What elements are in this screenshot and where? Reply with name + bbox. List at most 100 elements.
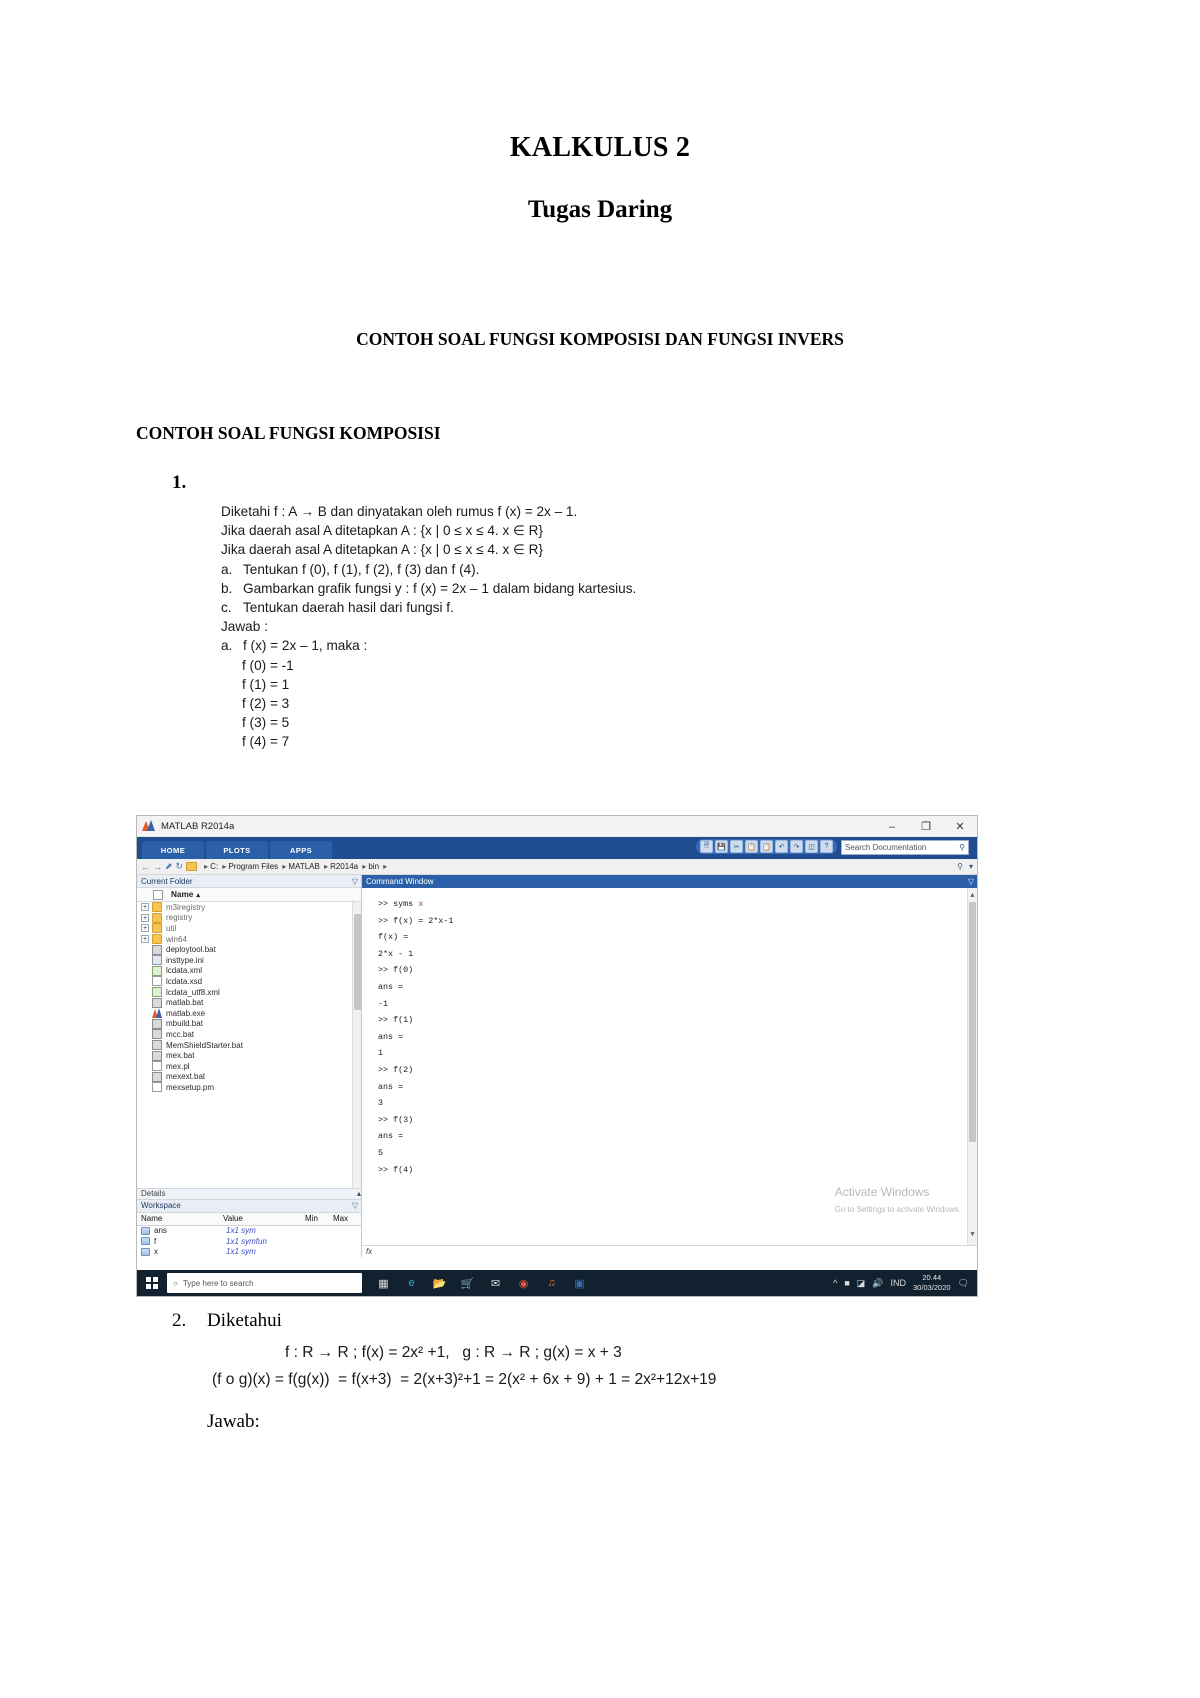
- panel-options-icon[interactable]: ▽: [968, 877, 977, 886]
- panel-options-icon[interactable]: ▽: [352, 1201, 361, 1210]
- paste-icon[interactable]: 📋: [760, 840, 773, 853]
- list-number-2: 2.: [172, 1310, 187, 1331]
- breadcrumb-item-matlab[interactable]: MATLAB: [288, 862, 319, 871]
- search-folder-icon[interactable]: ⚲: [957, 862, 963, 871]
- close-button[interactable]: ✕: [943, 816, 977, 837]
- list-item[interactable]: MemShieldStarter.bat: [137, 1040, 361, 1051]
- clock-date: 30/03/2020: [913, 1283, 951, 1292]
- list-item[interactable]: mbuild.bat: [137, 1018, 361, 1030]
- file-name: MemShieldStarter.bat: [166, 1040, 243, 1050]
- copy-icon[interactable]: 📋: [745, 840, 758, 853]
- network-icon[interactable]: ◪: [857, 1278, 866, 1289]
- breadcrumb-item-r2014a[interactable]: R2014a: [330, 862, 358, 871]
- breadcrumb-item-bin[interactable]: bin: [368, 862, 379, 871]
- list-item[interactable]: matlab.exe: [137, 1008, 361, 1019]
- show-hidden-icons[interactable]: ^: [833, 1278, 837, 1288]
- undo-icon[interactable]: ↶: [775, 840, 788, 853]
- chrome-icon[interactable]: ◉: [516, 1276, 531, 1291]
- breadcrumb-item-c[interactable]: C:: [210, 862, 218, 871]
- dropdown-icon[interactable]: ▾: [969, 862, 973, 871]
- table-row[interactable]: ans 1x1 sym: [137, 1226, 361, 1237]
- list-item[interactable]: mex.bat: [137, 1050, 361, 1061]
- taskbar-clock[interactable]: 20.44 30/03/2020: [913, 1273, 951, 1293]
- list-item[interactable]: mcc.bat: [137, 1029, 361, 1040]
- scrollbar-thumb[interactable]: [969, 902, 976, 1142]
- tab-home[interactable]: HOME: [142, 841, 204, 859]
- document-file-icon: [152, 976, 162, 987]
- forward-icon[interactable]: →: [153, 862, 162, 872]
- table-row[interactable]: x 1x1 sym: [137, 1247, 361, 1258]
- fx-prompt-bar[interactable]: fx: [362, 1245, 977, 1257]
- scrollbar-thumb[interactable]: [354, 914, 361, 1010]
- file-list-scrollbar[interactable]: [352, 902, 361, 1188]
- tab-plots[interactable]: PLOTS: [206, 841, 268, 859]
- list-item[interactable]: mexsetup.pm: [137, 1082, 361, 1093]
- scroll-down-icon[interactable]: ▼: [968, 1227, 977, 1244]
- refresh-icon[interactable]: ↻: [176, 861, 184, 872]
- list-item[interactable]: insttype.ini: [137, 955, 361, 966]
- problem-2-line-1: f : R → R ; f(x) = 2x² +1, g : R → R ; g…: [285, 1344, 622, 1361]
- panel-options-icon[interactable]: ▽: [352, 877, 361, 886]
- list-item[interactable]: + registry: [137, 912, 361, 924]
- edge-icon[interactable]: e: [404, 1276, 419, 1291]
- restore-button[interactable]: ❐: [909, 816, 943, 837]
- switch-window-icon[interactable]: ◫: [805, 840, 818, 853]
- breadcrumb-item-programfiles[interactable]: Program Files: [228, 862, 278, 871]
- chevron-up-icon[interactable]: ▴: [357, 1189, 361, 1198]
- list-item[interactable]: mexext.bat: [137, 1071, 361, 1083]
- help-icon[interactable]: ?: [820, 840, 833, 853]
- list-item[interactable]: + win64: [137, 934, 361, 945]
- list-item[interactable]: lcdata.xsd: [137, 976, 361, 987]
- list-item[interactable]: lcdata_utf8.xml: [137, 987, 361, 998]
- details-bar[interactable]: Details ▴: [137, 1187, 361, 1200]
- list-item[interactable]: deploytool.bat: [137, 944, 361, 955]
- current-folder-column-header[interactable]: Name ▴: [137, 888, 361, 902]
- cut-icon[interactable]: ✂: [730, 840, 743, 853]
- minimize-button[interactable]: –: [875, 816, 909, 837]
- sound-icon[interactable]: 🔊: [872, 1278, 883, 1289]
- command-line: 3: [378, 1098, 384, 1109]
- up-folder-icon[interactable]: ⬈: [165, 861, 173, 872]
- mail-icon[interactable]: ✉: [488, 1276, 503, 1291]
- folder-icon: [152, 923, 162, 934]
- command-line: ans =: [378, 1031, 404, 1042]
- new-script-icon[interactable]: 🗎: [700, 840, 713, 853]
- sub-label-b: b.: [221, 580, 233, 596]
- sub-label-a: a.: [221, 561, 233, 577]
- list-item[interactable]: + m3iregistry: [137, 902, 361, 913]
- list-item[interactable]: matlab.bat: [137, 997, 361, 1008]
- battery-icon[interactable]: ■: [844, 1278, 849, 1288]
- expand-icon[interactable]: +: [141, 935, 149, 944]
- save-icon[interactable]: 💾: [715, 840, 728, 853]
- command-window-scrollbar[interactable]: ▲ ▼: [967, 888, 977, 1245]
- expand-icon[interactable]: +: [141, 903, 149, 912]
- file-explorer-icon[interactable]: 📂: [432, 1276, 447, 1291]
- taskbar-search-input[interactable]: ○ Type here to search: [167, 1273, 362, 1293]
- expand-icon[interactable]: +: [141, 924, 149, 933]
- media-player-icon[interactable]: ♫: [544, 1276, 559, 1291]
- start-button[interactable]: [137, 1270, 167, 1296]
- search-documentation-input[interactable]: Search Documentation ⚲: [841, 840, 969, 855]
- list-item[interactable]: lcdata.xml: [137, 965, 361, 977]
- bat-file-icon: [152, 1050, 162, 1061]
- command-window-output[interactable]: >> syms x >> f(x) = 2*x-1 f(x) = 2*x - 1…: [362, 888, 977, 1245]
- file-name: lcdata.xml: [166, 966, 203, 976]
- notifications-icon[interactable]: 🗨: [958, 1278, 969, 1289]
- tab-apps[interactable]: APPS: [270, 841, 332, 859]
- file-list[interactable]: + m3iregistry + registry + util + win64 depl…: [137, 902, 361, 1188]
- task-view-icon[interactable]: ▦: [376, 1276, 391, 1291]
- redo-icon[interactable]: ↷: [790, 840, 803, 853]
- breadcrumb[interactable]: ▸ C: ▸ Program Files ▸ MATLAB ▸ R2014a ▸ bin …: [202, 862, 389, 871]
- search-icon[interactable]: ⚲: [959, 843, 968, 852]
- workspace-column-header[interactable]: Name Value Min Max: [137, 1212, 361, 1226]
- expand-icon[interactable]: +: [141, 913, 149, 922]
- problem-sub-b: b. Gambarkan grafik fungsi y : f (x) = 2x…: [221, 579, 1200, 598]
- store-icon[interactable]: 🛒: [460, 1276, 475, 1291]
- file-name: lcdata.xsd: [166, 976, 203, 986]
- list-item[interactable]: mex.pl: [137, 1061, 361, 1072]
- language-indicator[interactable]: IND: [891, 1278, 907, 1288]
- back-icon[interactable]: ←: [141, 862, 150, 872]
- table-row[interactable]: f 1x1 symfun: [137, 1236, 361, 1247]
- word-icon[interactable]: ▣: [572, 1276, 587, 1291]
- list-item[interactable]: + util: [137, 923, 361, 934]
